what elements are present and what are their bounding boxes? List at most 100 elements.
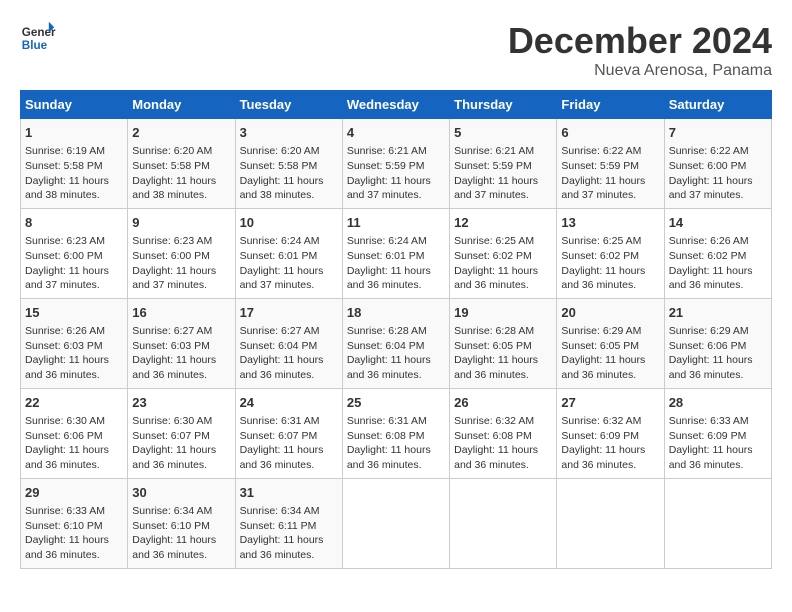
calendar-day-cell: 24 Sunrise: 6:31 AMSunset: 6:07 PMDayligh… [235, 388, 342, 478]
day-number: 2 [132, 124, 230, 142]
day-info: Sunrise: 6:33 AMSunset: 6:09 PMDaylight:… [669, 414, 767, 473]
day-info: Sunrise: 6:27 AMSunset: 6:04 PMDaylight:… [240, 324, 338, 383]
logo-icon: General Blue [20, 20, 56, 56]
calendar-subtitle: Nueva Arenosa, Panama [508, 62, 772, 80]
day-info: Sunrise: 6:24 AMSunset: 6:01 PMDaylight:… [240, 234, 338, 293]
day-number: 22 [25, 394, 123, 412]
calendar-day-cell: 25 Sunrise: 6:31 AMSunset: 6:08 PMDayligh… [342, 388, 449, 478]
day-info: Sunrise: 6:21 AMSunset: 5:59 PMDaylight:… [347, 144, 445, 203]
calendar-day-cell: 14Sunrise: 6:26 AMSunset: 6:02 PMDayligh… [664, 208, 771, 298]
calendar-week-row: 8 Sunrise: 6:23 AMSunset: 6:00 PMDaylight… [21, 208, 772, 298]
day-info: Sunrise: 6:20 AMSunset: 5:58 PMDaylight:… [132, 144, 230, 203]
day-number: 19 [454, 304, 552, 322]
day-info: Sunrise: 6:26 AMSunset: 6:03 PMDaylight:… [25, 324, 123, 383]
day-info: Sunrise: 6:25 AMSunset: 6:02 PMDaylight:… [561, 234, 659, 293]
calendar-day-cell: 18 Sunrise: 6:28 AMSunset: 6:04 PMDayligh… [342, 298, 449, 388]
calendar-week-row: 15 Sunrise: 6:26 AMSunset: 6:03 PMDayligh… [21, 298, 772, 388]
calendar-day-cell: 9 Sunrise: 6:23 AMSunset: 6:00 PMDaylight… [128, 208, 235, 298]
day-number: 11 [347, 214, 445, 232]
day-info: Sunrise: 6:26 AMSunset: 6:02 PMDaylight:… [669, 234, 767, 293]
day-info: Sunrise: 6:22 AMSunset: 6:00 PMDaylight:… [669, 144, 767, 203]
day-number: 25 [347, 394, 445, 412]
calendar-day-cell: 11 Sunrise: 6:24 AMSunset: 6:01 PMDayligh… [342, 208, 449, 298]
day-info: Sunrise: 6:29 AMSunset: 6:06 PMDaylight:… [669, 324, 767, 383]
day-info: Sunrise: 6:32 AMSunset: 6:08 PMDaylight:… [454, 414, 552, 473]
header-wednesday: Wednesday [342, 91, 449, 119]
calendar-day-cell [342, 478, 449, 568]
header-friday: Friday [557, 91, 664, 119]
day-info: Sunrise: 6:20 AMSunset: 5:58 PMDaylight:… [240, 144, 338, 203]
calendar-day-cell [450, 478, 557, 568]
logo: General Blue [20, 20, 56, 56]
calendar-day-cell: 22 Sunrise: 6:30 AMSunset: 6:06 PMDayligh… [21, 388, 128, 478]
day-info: Sunrise: 6:25 AMSunset: 6:02 PMDaylight:… [454, 234, 552, 293]
calendar-week-row: 29 Sunrise: 6:33 AMSunset: 6:10 PMDayligh… [21, 478, 772, 568]
calendar-day-cell: 15 Sunrise: 6:26 AMSunset: 6:03 PMDayligh… [21, 298, 128, 388]
day-info: Sunrise: 6:32 AMSunset: 6:09 PMDaylight:… [561, 414, 659, 473]
header-thursday: Thursday [450, 91, 557, 119]
calendar-day-cell: 13 Sunrise: 6:25 AMSunset: 6:02 PMDayligh… [557, 208, 664, 298]
day-info: Sunrise: 6:33 AMSunset: 6:10 PMDaylight:… [25, 504, 123, 563]
day-number: 9 [132, 214, 230, 232]
day-info: Sunrise: 6:31 AMSunset: 6:08 PMDaylight:… [347, 414, 445, 473]
svg-text:Blue: Blue [22, 39, 48, 52]
calendar-day-cell: 1Sunrise: 6:19 AMSunset: 5:58 PMDaylight… [21, 119, 128, 209]
calendar-day-cell: 26 Sunrise: 6:32 AMSunset: 6:08 PMDayligh… [450, 388, 557, 478]
day-number: 26 [454, 394, 552, 412]
calendar-day-cell: 5Sunrise: 6:21 AMSunset: 5:59 PMDaylight… [450, 119, 557, 209]
day-number: 10 [240, 214, 338, 232]
calendar-day-cell: 12 Sunrise: 6:25 AMSunset: 6:02 PMDayligh… [450, 208, 557, 298]
day-number: 6 [561, 124, 659, 142]
day-number: 16 [132, 304, 230, 322]
day-info: Sunrise: 6:30 AMSunset: 6:07 PMDaylight:… [132, 414, 230, 473]
calendar-week-row: 22 Sunrise: 6:30 AMSunset: 6:06 PMDayligh… [21, 388, 772, 478]
day-info: Sunrise: 6:21 AMSunset: 5:59 PMDaylight:… [454, 144, 552, 203]
day-info: Sunrise: 6:24 AMSunset: 6:01 PMDaylight:… [347, 234, 445, 293]
calendar-day-cell: 4 Sunrise: 6:21 AMSunset: 5:59 PMDaylight… [342, 119, 449, 209]
day-number: 3 [240, 124, 338, 142]
day-number: 7 [669, 124, 767, 142]
calendar-day-cell: 27 Sunrise: 6:32 AMSunset: 6:09 PMDayligh… [557, 388, 664, 478]
calendar-day-cell: 23Sunrise: 6:30 AMSunset: 6:07 PMDayligh… [128, 388, 235, 478]
calendar-day-cell: 6Sunrise: 6:22 AMSunset: 5:59 PMDaylight… [557, 119, 664, 209]
calendar-day-cell: 30Sunrise: 6:34 AMSunset: 6:10 PMDayligh… [128, 478, 235, 568]
calendar-title: December 2024 [508, 20, 772, 62]
calendar-week-row: 1Sunrise: 6:19 AMSunset: 5:58 PMDaylight… [21, 119, 772, 209]
day-number: 27 [561, 394, 659, 412]
day-number: 29 [25, 484, 123, 502]
day-info: Sunrise: 6:34 AMSunset: 6:10 PMDaylight:… [132, 504, 230, 563]
day-info: Sunrise: 6:28 AMSunset: 6:04 PMDaylight:… [347, 324, 445, 383]
day-number: 17 [240, 304, 338, 322]
calendar-day-cell: 10 Sunrise: 6:24 AMSunset: 6:01 PMDayligh… [235, 208, 342, 298]
day-number: 31 [240, 484, 338, 502]
calendar-day-cell: 7 Sunrise: 6:22 AMSunset: 6:00 PMDaylight… [664, 119, 771, 209]
day-info: Sunrise: 6:23 AMSunset: 6:00 PMDaylight:… [132, 234, 230, 293]
header-tuesday: Tuesday [235, 91, 342, 119]
calendar-day-cell: 16Sunrise: 6:27 AMSunset: 6:03 PMDayligh… [128, 298, 235, 388]
calendar-day-cell: 31Sunrise: 6:34 AMSunset: 6:11 PMDayligh… [235, 478, 342, 568]
day-number: 15 [25, 304, 123, 322]
calendar-table: Sunday Monday Tuesday Wednesday Thursday… [20, 90, 772, 569]
day-info: Sunrise: 6:31 AMSunset: 6:07 PMDaylight:… [240, 414, 338, 473]
calendar-day-cell: 21Sunrise: 6:29 AMSunset: 6:06 PMDayligh… [664, 298, 771, 388]
day-info: Sunrise: 6:28 AMSunset: 6:05 PMDaylight:… [454, 324, 552, 383]
day-number: 28 [669, 394, 767, 412]
day-number: 13 [561, 214, 659, 232]
calendar-day-cell: 28 Sunrise: 6:33 AMSunset: 6:09 PMDayligh… [664, 388, 771, 478]
header-saturday: Saturday [664, 91, 771, 119]
calendar-day-cell: 20Sunrise: 6:29 AMSunset: 6:05 PMDayligh… [557, 298, 664, 388]
calendar-day-cell: 3 Sunrise: 6:20 AMSunset: 5:58 PMDaylight… [235, 119, 342, 209]
day-number: 18 [347, 304, 445, 322]
day-number: 4 [347, 124, 445, 142]
calendar-day-cell: 17 Sunrise: 6:27 AMSunset: 6:04 PMDayligh… [235, 298, 342, 388]
title-block: December 2024 Nueva Arenosa, Panama [508, 20, 772, 80]
day-info: Sunrise: 6:30 AMSunset: 6:06 PMDaylight:… [25, 414, 123, 473]
calendar-day-cell [664, 478, 771, 568]
day-info: Sunrise: 6:23 AMSunset: 6:00 PMDaylight:… [25, 234, 123, 293]
calendar-day-cell: 29 Sunrise: 6:33 AMSunset: 6:10 PMDayligh… [21, 478, 128, 568]
day-number: 8 [25, 214, 123, 232]
day-info: Sunrise: 6:29 AMSunset: 6:05 PMDaylight:… [561, 324, 659, 383]
day-info: Sunrise: 6:19 AMSunset: 5:58 PMDaylight:… [25, 144, 123, 203]
day-number: 24 [240, 394, 338, 412]
day-number: 12 [454, 214, 552, 232]
